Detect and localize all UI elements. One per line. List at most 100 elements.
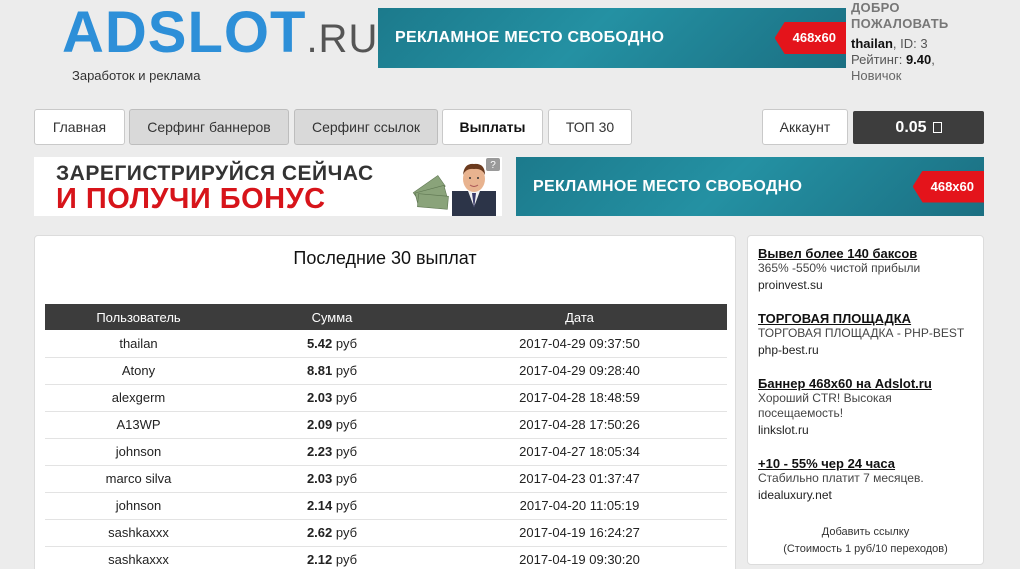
side-ad-desc: Хороший CTR! Высокая посещаемость!	[758, 391, 892, 420]
payout-date: 2017-04-20 11:05:19	[432, 492, 727, 520]
side-ad[interactable]: ТОРГОВАЯ ПЛОЩАДКА ТОРГОВАЯ ПЛОЩАДКА - PH…	[758, 311, 978, 357]
payout-row: sashkaxxx 2.12 руб 2017-04-19 09:30:20	[45, 546, 727, 569]
payout-date: 2017-04-23 01:37:47	[432, 465, 727, 493]
payouts-table: Пользователь Сумма Дата thailan 5.42 руб 2…	[45, 304, 727, 569]
add-link[interactable]: Добавить ссылку (Стоимость 1 руб/10 пере…	[748, 524, 983, 558]
username[interactable]: thailan	[851, 36, 893, 51]
payout-currency: руб	[335, 335, 358, 351]
payout-date: 2017-04-19 09:30:20	[432, 546, 727, 569]
payout-amount-cell: 2.03 руб	[232, 465, 432, 493]
payout-currency: руб	[335, 363, 358, 378]
side-ad[interactable]: Баннер 468x60 на Adslot.ru Хороший CTR! …	[758, 376, 978, 437]
payout-user[interactable]: johnson	[45, 438, 232, 466]
side-ad-url: linkslot.ru	[758, 423, 809, 437]
rating-line: Рейтинг: 9.40,	[851, 52, 1020, 68]
promo-banner[interactable]: ЗАРЕГИСТРИРУЙСЯ СЕЙЧАС И ПОЛУЧИ БОНУС ?	[34, 157, 502, 216]
side-ad[interactable]: Вывел более 140 баксов 365% -550% чистой…	[758, 246, 978, 292]
welcome-line1: ДОБРО	[851, 0, 900, 15]
user-info: ДОБРО ПОЖАЛОВАТЬ thailan, ID: 3 Рейтинг:…	[851, 0, 1020, 84]
payout-amount-cell: 2.12 руб	[232, 546, 432, 569]
side-ad-desc: Стабильно платит 7 месяцев.	[758, 471, 924, 485]
logo-domain-text: .RU	[306, 17, 379, 61]
side-ads-panel: Вывел более 140 баксов 365% -550% чистой…	[747, 235, 984, 565]
side-ad-desc: 365% -550% чистой прибыли	[758, 261, 921, 275]
payout-currency: руб	[335, 417, 358, 432]
payout-amount: 2.62	[306, 525, 333, 540]
welcome-line2: ПОЖАЛОВАТЬ	[851, 16, 949, 31]
payout-amount-cell: 8.81 руб	[232, 357, 432, 385]
promo-line2: И ПОЛУЧИ БОНУС	[56, 183, 326, 215]
payout-amount-cell: 2.62 руб	[232, 519, 432, 547]
side-ad-title[interactable]: Вывел более 140 баксов	[758, 246, 978, 261]
payout-currency: руб	[335, 498, 358, 513]
payout-amount-cell: 2.14 руб	[232, 492, 432, 520]
payout-date: 2017-04-29 09:37:50	[432, 330, 727, 358]
wallet-icon	[932, 122, 942, 133]
side-ad-title[interactable]: ТОРГОВАЯ ПЛОЩАДКА	[758, 311, 978, 326]
payout-amount: 2.23	[306, 444, 333, 459]
nav-payouts-button[interactable]: Выплаты	[442, 109, 543, 145]
payout-row: sashkaxxx 2.62 руб 2017-04-19 16:24:27	[45, 519, 727, 547]
payout-row: marco silva 2.03 руб 2017-04-23 01:37:47	[45, 465, 727, 493]
nav-banner-surf-button[interactable]: Серфинг баннеров	[129, 109, 289, 145]
nav-top30-button[interactable]: ТОП 30	[548, 109, 632, 145]
side-ad[interactable]: +10 - 55% чер 24 часа Стабильно платит 7…	[758, 456, 978, 502]
payout-amount: 2.03	[306, 471, 333, 486]
rating-suffix: ,	[931, 52, 935, 67]
man-with-money-illustration: ?	[412, 158, 500, 216]
payout-user[interactable]: sashkaxxx	[45, 546, 232, 569]
account-button[interactable]: Аккаунт	[762, 109, 848, 145]
payout-row: A13WP 2.09 руб 2017-04-28 17:50:26	[45, 411, 727, 439]
payout-user[interactable]: Atony	[45, 357, 232, 385]
payout-amount-cell: 2.03 руб	[232, 384, 432, 412]
site-logo[interactable]: ADSLOT.RU	[62, 0, 382, 66]
side-ad-title[interactable]: +10 - 55% чер 24 часа	[758, 456, 978, 471]
user-id-line: thailan, ID: 3	[851, 36, 1020, 52]
payout-currency: руб	[335, 552, 358, 567]
payouts-panel: Последние 30 выплат Пользователь Сумма Д…	[34, 235, 736, 569]
payout-amount: 2.09	[306, 417, 333, 432]
payout-amount-cell: 2.09 руб	[232, 411, 432, 439]
payout-user[interactable]: sashkaxxx	[45, 519, 232, 547]
side-ad-url: proinvest.su	[758, 278, 823, 292]
rating-label: Рейтинг:	[851, 52, 906, 67]
payout-row: Atony 8.81 руб 2017-04-29 09:28:40	[45, 357, 727, 385]
payout-row: johnson 2.14 руб 2017-04-20 11:05:19	[45, 492, 727, 520]
top-banner-text: РЕКЛАМНОЕ МЕСТО СВОБОДНО	[395, 29, 665, 46]
payout-user[interactable]: A13WP	[45, 411, 232, 439]
payout-date: 2017-04-28 18:48:59	[432, 384, 727, 412]
add-link-price: (Стоимость 1 руб/10 переходов)	[783, 543, 948, 555]
payout-row: thailan 5.42 руб 2017-04-29 09:37:50	[45, 330, 727, 358]
promo-help-text: ?	[490, 160, 496, 171]
nav-link-surf-button[interactable]: Серфинг ссылок	[294, 109, 438, 145]
balance-display[interactable]: 0.05	[853, 111, 984, 144]
side-ad-url: idealuxury.net	[758, 488, 832, 502]
side-ad-title[interactable]: Баннер 468x60 на Adslot.ru	[758, 376, 978, 391]
mid-banner-size-tag: 468x60	[912, 170, 984, 203]
payout-amount: 2.14	[306, 498, 333, 513]
payout-user[interactable]: marco silva	[45, 465, 232, 493]
payout-date: 2017-04-19 16:24:27	[432, 519, 727, 547]
payout-currency: руб	[335, 390, 358, 405]
payout-user[interactable]: thailan	[45, 330, 232, 358]
top-banner-size-tag: 468x60	[774, 22, 846, 54]
payout-currency: руб	[335, 444, 358, 459]
add-link-label[interactable]: Добавить ссылку	[748, 524, 983, 541]
header-amount: Сумма	[311, 309, 353, 325]
top-ad-banner[interactable]: РЕКЛАМНОЕ МЕСТО СВОБОДНО 468x60	[378, 8, 846, 68]
payout-row: johnson 2.23 руб 2017-04-27 18:05:34	[45, 438, 727, 466]
mid-banner-text: РЕКЛАМНОЕ МЕСТО СВОБОДНО	[533, 177, 803, 195]
payout-currency: руб	[335, 471, 358, 486]
payout-row: alexgerm 2.03 руб 2017-04-28 18:48:59	[45, 384, 727, 412]
mid-ad-banner[interactable]: РЕКЛАМНОЕ МЕСТО СВОБОДНО 468x60	[516, 157, 984, 216]
payout-user[interactable]: johnson	[45, 492, 232, 520]
payout-currency: руб	[335, 525, 358, 540]
payout-date: 2017-04-29 09:28:40	[432, 357, 727, 385]
rating-value: 9.40	[905, 52, 932, 67]
header-date: Дата	[565, 309, 594, 325]
side-ad-url: php-best.ru	[758, 343, 819, 357]
payout-date: 2017-04-28 17:50:26	[432, 411, 727, 439]
payout-amount: 2.03	[306, 390, 333, 405]
payout-user[interactable]: alexgerm	[45, 384, 232, 412]
nav-home-button[interactable]: Главная	[34, 109, 125, 145]
